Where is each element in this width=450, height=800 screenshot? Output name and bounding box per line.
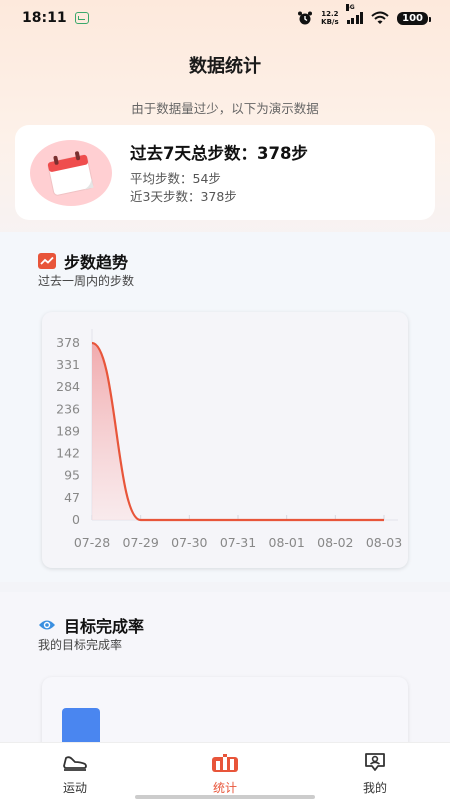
tab-statistics[interactable]: 统计 (150, 743, 300, 800)
network-speed-value: 12.2 (321, 10, 339, 18)
steps-area-fill (92, 343, 384, 520)
y-tick-label: 331 (56, 357, 80, 372)
y-tick-label: 284 (56, 379, 80, 394)
tab-exercise[interactable]: 运动 (0, 743, 150, 800)
battery-icon: 100 (397, 11, 431, 25)
steps-chart: 0 47 95 142 189 236 284 331 378 07-28 07-29 07-30 07… (56, 329, 402, 550)
y-tick-label: 189 (56, 424, 80, 439)
profile-icon (365, 753, 385, 771)
calendar-icon (47, 150, 94, 196)
x-tick-label: 08-03 (366, 535, 402, 550)
steps-line (91, 341, 384, 522)
network-speed-unit: KB/s (321, 18, 339, 26)
status-indicators: 12.2 KB/s 5G 100 (297, 4, 431, 26)
x-tick-label: 07-28 (74, 535, 110, 550)
summary-recent-steps: 近3天步数：378步 (130, 188, 237, 204)
y-tick-label: 142 (56, 446, 80, 461)
summary-text: 过去7天总步数：378步 平均步数：54步 近3天步数：378步 (130, 140, 308, 206)
eye-icon (39, 620, 55, 630)
tab-statistics-label: 统计 (212, 781, 237, 795)
goal-subtitle: 我的目标完成率 (38, 638, 123, 652)
network-speed: 12.2 KB/s (321, 10, 338, 26)
x-tick-label: 07-29 (123, 535, 159, 550)
trend-title: 步数趋势 (64, 253, 129, 272)
home-indicator[interactable] (135, 795, 315, 799)
y-tick-label: 95 (64, 468, 80, 483)
y-tick-label: 0 (72, 512, 80, 527)
tab-profile[interactable]: 我的 (300, 743, 450, 800)
x-tick-label: 07-30 (171, 535, 207, 550)
sneaker-icon (63, 756, 87, 771)
y-tick-label: 47 (64, 490, 80, 505)
tab-exercise-label: 运动 (62, 781, 87, 795)
y-tick-label: 236 (56, 401, 80, 416)
trend-chart-icon (38, 253, 56, 269)
summary-card: 过去7天总步数：378步 平均步数：54步 近3天步数：378步 (15, 125, 435, 220)
demo-data-notice: 由于数据量过少，以下为演示数据 (131, 101, 319, 116)
calendar-badge (30, 139, 112, 206)
steps-chart-card: 0 47 95 142 189 236 284 331 378 07-28 07-29 07-30 07… (42, 312, 408, 568)
page-title: 数据统计 (189, 56, 261, 77)
trend-section-header: 步数趋势 (38, 249, 128, 273)
trend-subtitle: 过去一周内的步数 (38, 274, 135, 288)
summary-average-steps: 平均步数：54步 (130, 170, 221, 186)
tab-profile-label: 我的 (362, 781, 387, 795)
goal-section-header: 目标完成率 (38, 613, 144, 637)
network-type: 5G (345, 4, 355, 11)
x-tick-label: 08-02 (317, 535, 353, 550)
x-tick-label: 08-01 (269, 535, 305, 550)
status-bar: 18:11 12.2 KB/s 5G 100 (0, 0, 450, 36)
summary-total-steps: 过去7天总步数：378步 (130, 143, 308, 163)
stats-icon (212, 754, 238, 772)
wifi-icon (371, 11, 389, 24)
cell-signal-icon: 5G (345, 4, 364, 24)
y-tick-label: 378 (56, 335, 80, 350)
message-notification-icon (74, 12, 89, 24)
status-time: 18:11 (22, 10, 67, 26)
bottom-tab-bar: 运动 统计 我的 (0, 742, 450, 800)
goal-title: 目标完成率 (64, 617, 145, 636)
x-tick-label: 07-31 (220, 535, 256, 550)
alarm-icon (298, 11, 313, 25)
